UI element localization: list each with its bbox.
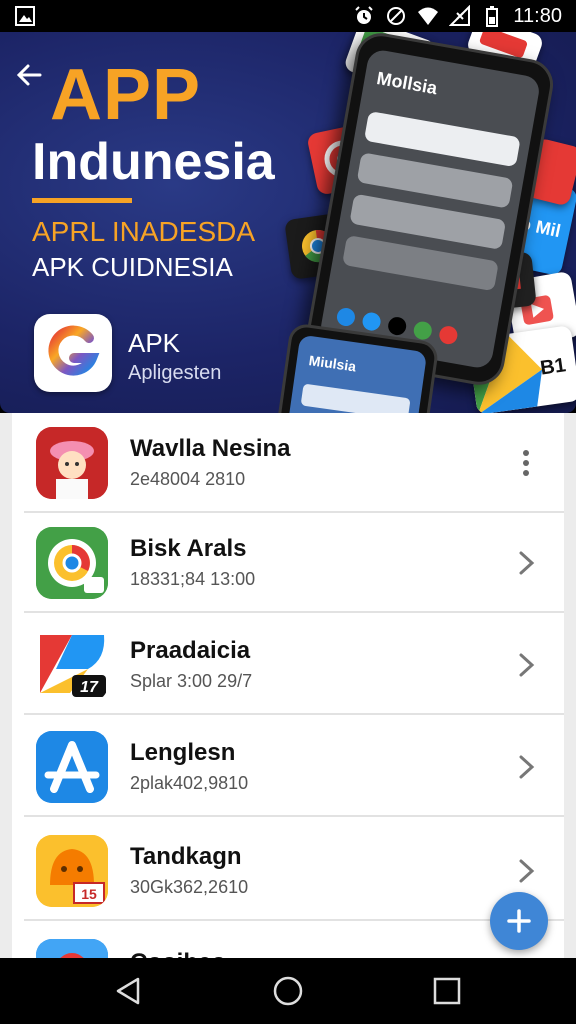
nav-back-icon[interactable] [112,974,146,1008]
chevron-right-icon[interactable] [508,647,544,683]
item-title: Wavlla Nesina [130,435,291,462]
hero-line-1: APRL INADESDA [32,216,256,247]
hero-banner: APP Indunesia APRL INADESDA APK CUIDNESI… [0,32,576,413]
play-like-icon: 17 [36,629,108,701]
more-vert-icon[interactable] [508,445,544,481]
phone2-title: Miulsia [307,352,358,375]
list-item[interactable]: 17 Praadaicia Splar 3:00 29/7 [24,615,564,715]
hero-app-subtitle: Apligesten [128,362,222,384]
item-badge: 17 [80,679,99,696]
character-icon [36,427,108,499]
item-subtitle: 2plak402,9810 [130,773,249,793]
image-icon [15,6,35,26]
chevron-right-icon[interactable] [508,853,544,889]
do-not-disturb-icon [387,7,406,25]
item-subtitle: 30Gk362,2610 [130,877,249,897]
orange-mascot-icon: 15 [36,835,108,907]
status-time: 11:80 [513,4,562,27]
dock-dot [412,320,434,342]
card-text-b1: B1 [538,354,568,380]
navigation-bar [0,958,576,1024]
phone-screen: Mollsia [318,48,542,370]
list-item[interactable]: Bisk Arals 18331;84 13:00 [24,513,564,613]
hero-app-name: APK [128,328,181,358]
status-bar: 11:80 [0,0,576,32]
dock-dot [361,311,382,332]
item-title: Lenglesn [130,739,236,766]
chevron-right-icon[interactable] [508,749,544,785]
item-title: Tandkagn [130,843,242,870]
alarm-icon [355,6,374,24]
list-item[interactable]: Cooiheo [24,925,564,958]
nav-home-icon[interactable] [271,974,305,1008]
app-store-icon [36,731,108,803]
item-subtitle: Splar 3:00 29/7 [130,671,253,691]
no-signal-icon [449,5,471,26]
nav-recents-icon[interactable] [430,974,464,1008]
hero-underline [32,198,132,203]
list-item[interactable]: 15 Tandkagn 30Gk362,2610 [24,821,564,921]
chrome-like-icon [36,527,108,599]
dock-dot [335,306,357,328]
item-title: Bisk Arals [130,535,247,562]
partial-icon [36,939,108,958]
plus-icon [507,909,531,933]
phone2-screen: Miulsia [285,334,428,413]
list-item[interactable]: Lenglesn 2plak402,9810 [24,717,564,817]
item-badge: 15 [81,886,97,902]
dock-dot [386,315,408,337]
item-subtitle: 2e48004 2810 [130,469,246,489]
apk-app-icon[interactable] [34,314,112,392]
dock-dot [437,324,459,346]
chevron-right-icon[interactable] [508,545,544,581]
add-fab-button[interactable] [490,892,548,950]
hero-subtitle: Indunesia [32,133,275,191]
wifi-icon [418,7,439,25]
phone2-row [300,383,411,413]
item-title: Cooiheo [130,949,226,958]
back-arrow-icon[interactable] [14,60,44,90]
hero-line-2: APK CUIDNESIA [32,252,233,282]
phone-title: Mollsia [375,67,439,99]
hero-title: APP [50,55,202,135]
item-title: Praadaicia [130,637,251,664]
list-item[interactable]: Wavlla Nesina 2e48004 2810 [24,413,564,513]
item-subtitle: 18331;84 13:00 [130,569,256,589]
battery-icon [486,6,499,27]
